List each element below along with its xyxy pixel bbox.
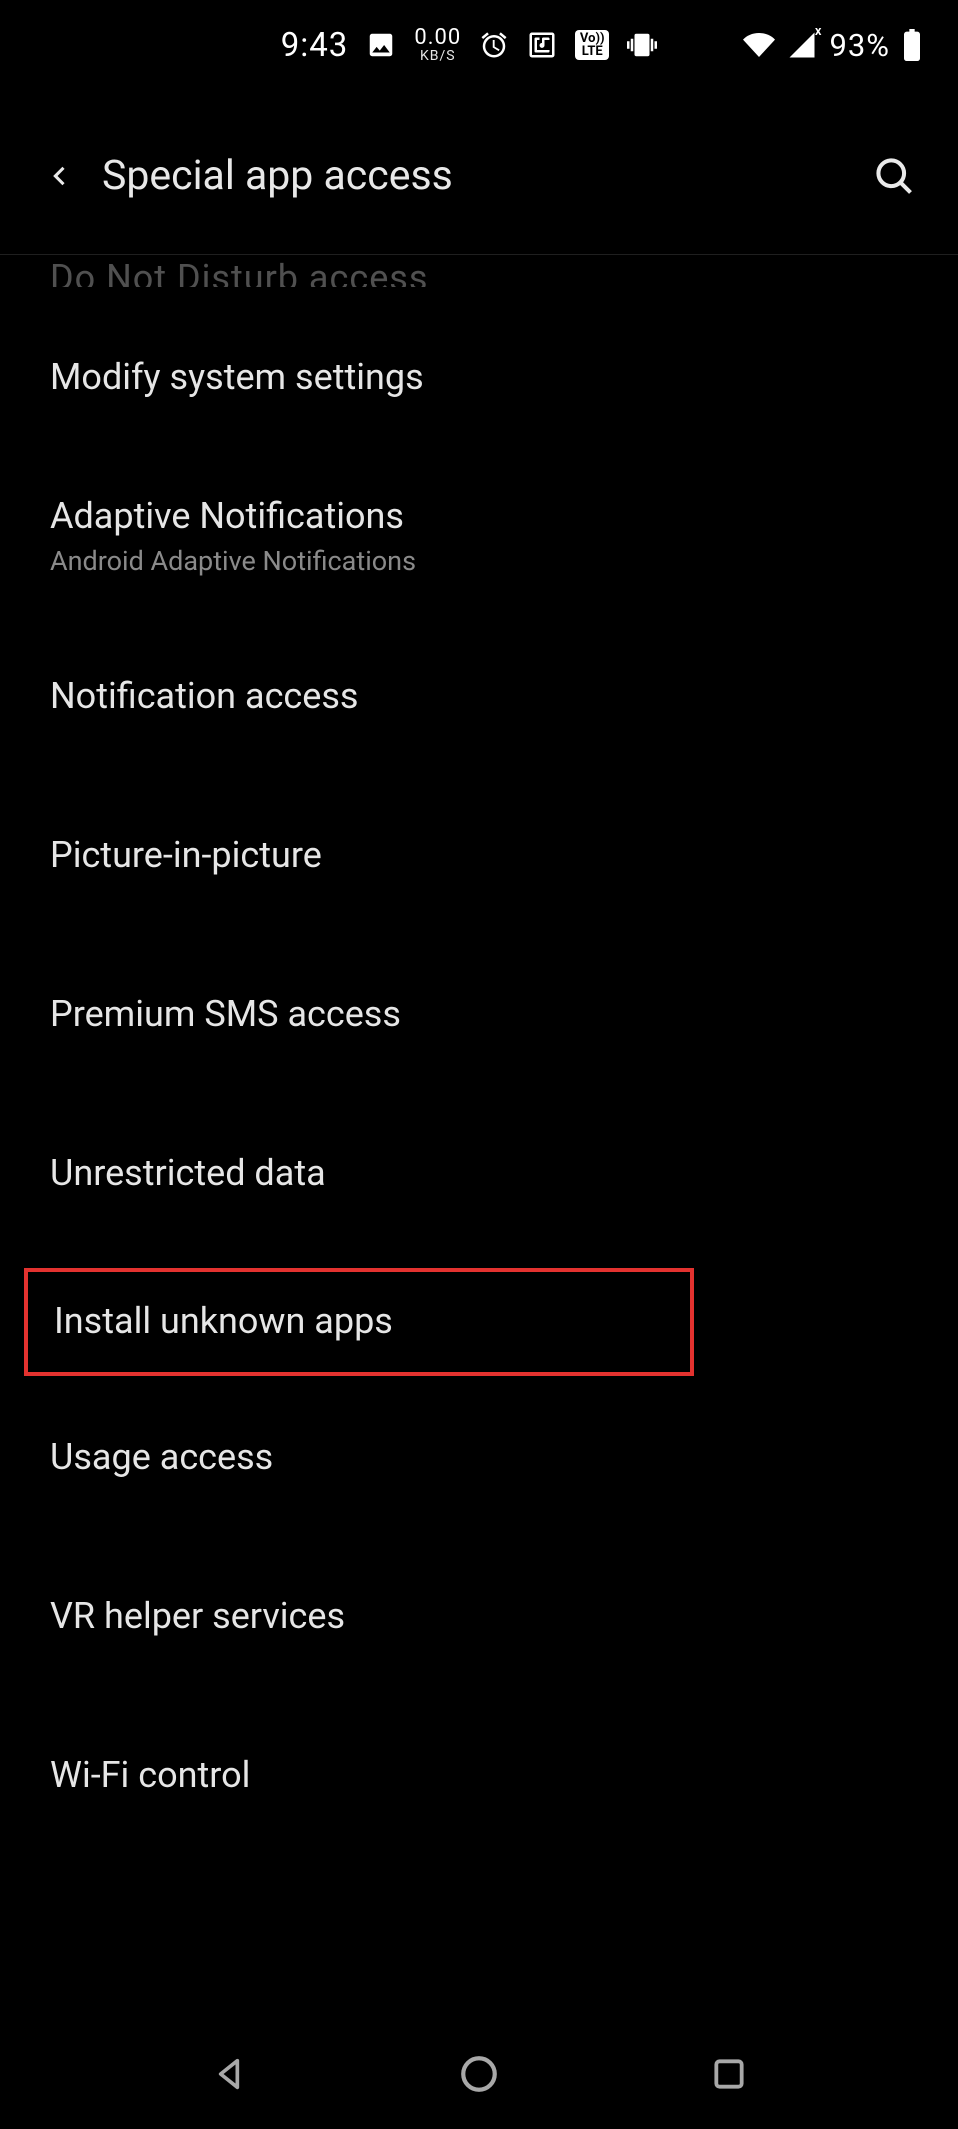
list-item-title: VR helper services [50,1595,908,1637]
status-bar: 9:43 0.00 KB/S Vo)) LTE [0,0,958,90]
list-item-title: Notification access [50,675,908,717]
app-header: Special app access [0,90,958,255]
picture-icon [366,30,396,60]
list-item[interactable]: Notification access [0,615,958,765]
list-item[interactable]: Modify system settings [0,287,958,446]
volte-icon: Vo)) LTE [575,30,609,60]
wifi-icon [743,29,775,61]
search-icon [872,154,916,198]
list-item-install-unknown-apps[interactable]: Install unknown apps [24,1268,694,1376]
status-time: 9:43 [281,26,349,65]
list-item-title: Do Not Disturb access [50,257,428,287]
list-item[interactable]: Adaptive Notifications Android Adaptive … [0,446,958,615]
square-recents-icon [710,2055,748,2093]
list-item[interactable]: Picture-in-picture [0,765,958,924]
signal-icon: x [787,30,817,60]
list-item[interactable]: Usage access [0,1376,958,1526]
list-item-title: Wi-Fi control [50,1754,908,1796]
nav-home-button[interactable] [449,2044,509,2104]
chevron-left-icon [46,154,74,198]
navigation-bar [0,2019,958,2129]
list-item-title: Premium SMS access [50,993,908,1035]
list-item-title: Picture-in-picture [50,834,908,876]
list-item[interactable]: Wi-Fi control [0,1685,958,1844]
back-button[interactable] [36,152,84,200]
list-item[interactable]: Unrestricted data [0,1083,958,1242]
vibrate-icon [627,30,657,60]
battery-percent: 93% [829,27,890,64]
list-item-subtitle: Android Adaptive Notifications [50,545,908,577]
circle-home-icon [458,2053,500,2095]
list-item-title: Unrestricted data [50,1152,908,1194]
search-button[interactable] [866,148,922,204]
alarm-icon [479,30,509,60]
settings-list: Do Not Disturb access Modify system sett… [0,241,958,1844]
nfc-icon [527,30,557,60]
list-item-title: Install unknown apps [54,1300,664,1342]
list-item[interactable]: Premium SMS access [0,924,958,1083]
list-item[interactable]: Do Not Disturb access [0,241,958,287]
list-item-title: Adaptive Notifications [50,495,908,537]
network-speed-indicator: 0.00 KB/S [414,27,461,63]
page-title: Special app access [102,152,866,200]
battery-icon [902,29,922,61]
nav-back-button[interactable] [199,2044,259,2104]
list-item-title: Usage access [50,1436,908,1478]
triangle-back-icon [209,2054,249,2094]
nav-recents-button[interactable] [699,2044,759,2104]
list-item[interactable]: VR helper services [0,1526,958,1685]
list-item-title: Modify system settings [50,356,908,398]
